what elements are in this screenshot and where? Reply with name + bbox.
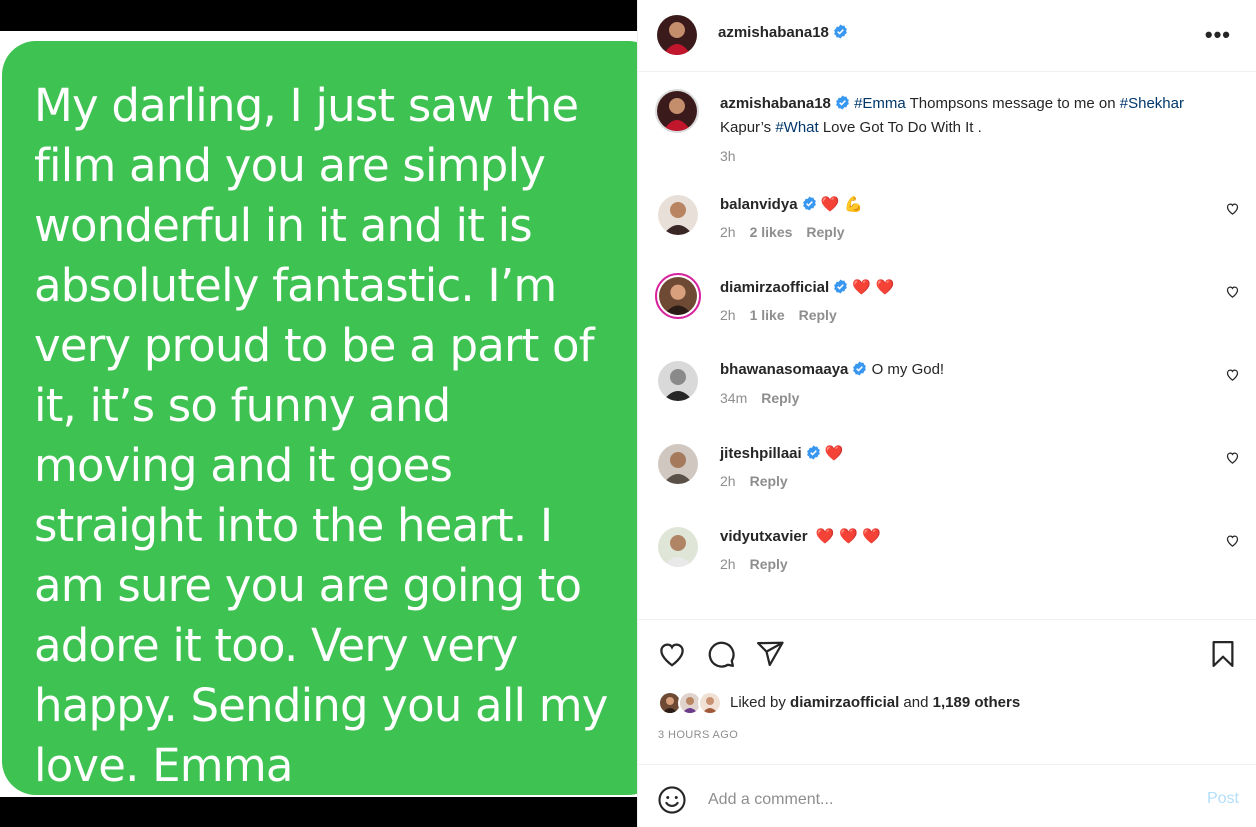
post-button[interactable]: Post: [1207, 790, 1239, 808]
post-footer: Liked by diamirzaofficial and 1,189 othe…: [638, 619, 1256, 827]
post-details-panel: azmishabana18 ••• azmishabana18 #Emma Th…: [637, 0, 1256, 827]
comment-time[interactable]: 2h: [720, 307, 736, 323]
heart-icon[interactable]: [1225, 201, 1240, 216]
caption-text: Kapur’s: [720, 119, 776, 136]
heart-icon[interactable]: [1225, 450, 1240, 465]
add-comment-bar: Post: [638, 764, 1256, 827]
post-timestamp[interactable]: 3 HOURS AGO: [658, 729, 738, 741]
comment-text: ❤️: [824, 444, 844, 462]
post-caption: azmishabana18 #Emma Thompsons message to…: [720, 92, 1200, 168]
share-icon[interactable]: [755, 639, 785, 669]
post-header: azmishabana18 •••: [638, 0, 1256, 72]
caption-time[interactable]: 3h: [720, 144, 1200, 168]
bookmark-icon[interactable]: [1208, 639, 1238, 669]
post-media[interactable]: My darling, I just saw the film and you …: [0, 0, 637, 827]
heart-icon[interactable]: [1225, 284, 1240, 299]
message-bubble: My darling, I just saw the film and you …: [2, 41, 637, 795]
reply-button[interactable]: Reply: [806, 224, 844, 240]
comment-item: jiteshpillaai ❤️ 2h Reply: [638, 442, 1256, 525]
more-options-icon[interactable]: •••: [1205, 22, 1231, 48]
comment-time[interactable]: 2h: [720, 556, 736, 572]
reply-button[interactable]: Reply: [799, 307, 837, 323]
commenter-username[interactable]: jiteshpillaai: [720, 445, 802, 462]
emoji-icon[interactable]: [657, 785, 687, 815]
liker-avatar: [698, 691, 722, 715]
comment-item: bhawanasomaaya O my God! 34m Reply: [638, 359, 1256, 442]
verified-icon: [834, 24, 847, 39]
reply-button[interactable]: Reply: [750, 556, 788, 572]
comment-text: ❤️ ❤️ ❤️: [815, 527, 882, 545]
comment-text: ❤️ 💪: [820, 195, 863, 213]
commenter-username[interactable]: balanvidya: [720, 196, 798, 213]
verified-icon: [836, 95, 849, 110]
commenter-username[interactable]: vidyutxavier: [720, 528, 808, 545]
commenter-username[interactable]: bhawanasomaaya: [720, 361, 848, 378]
caption-text: Love Got To Do With It .: [818, 119, 982, 136]
liker-avatars[interactable]: [658, 691, 724, 715]
hashtag-link[interactable]: #What: [775, 119, 818, 136]
comment-item: balanvidya ❤️ 💪 2h 2 likes Reply: [638, 193, 1256, 276]
heart-icon[interactable]: [1225, 367, 1240, 382]
comment-item: vidyutxavier ❤️ ❤️ ❤️ 2h Reply: [638, 525, 1256, 608]
comment-icon[interactable]: [706, 639, 736, 669]
message-text: My darling, I just saw the film and you …: [34, 79, 608, 792]
caption-username[interactable]: azmishabana18: [720, 95, 831, 112]
comment-time[interactable]: 2h: [720, 473, 736, 489]
reply-button[interactable]: Reply: [750, 473, 788, 489]
liked-by-user[interactable]: diamirzaofficial: [790, 694, 899, 711]
verified-icon: [834, 279, 848, 294]
verified-icon: [802, 196, 816, 211]
heart-icon[interactable]: [657, 639, 687, 669]
comment-item: diamirzaofficial ❤️ ❤️ 2h 1 like Reply: [638, 273, 1256, 359]
hashtag-link[interactable]: #Shekhar: [1120, 95, 1184, 112]
liked-by-prefix: Liked by: [730, 694, 791, 711]
commenter-avatar[interactable]: [658, 361, 698, 401]
heart-icon[interactable]: [1225, 533, 1240, 548]
comment-time[interactable]: 34m: [720, 390, 747, 406]
comment-text: ❤️ ❤️: [852, 278, 895, 296]
author-username[interactable]: azmishabana18: [718, 24, 829, 41]
comment-text: O my God!: [871, 361, 945, 378]
commenter-username[interactable]: diamirzaofficial: [720, 279, 829, 296]
liked-by-others[interactable]: 1,189 others: [933, 694, 1021, 711]
verified-icon: [853, 361, 867, 376]
comment-input[interactable]: [708, 785, 1168, 815]
commenter-avatar-story[interactable]: [655, 273, 701, 319]
reply-button[interactable]: Reply: [761, 390, 799, 406]
comment-likes[interactable]: 1 like: [750, 307, 785, 323]
commenter-avatar[interactable]: [658, 444, 698, 484]
comments-list[interactable]: balanvidya ❤️ 💪 2h 2 likes Reply diamirzaof…: [638, 193, 1256, 613]
hashtag-link[interactable]: #Emma: [854, 95, 906, 112]
commenter-avatar[interactable]: [658, 195, 698, 235]
comment-time[interactable]: 2h: [720, 224, 736, 240]
liked-by-and: and: [899, 694, 933, 711]
verified-icon: [806, 445, 820, 460]
caption-author-avatar[interactable]: [655, 89, 699, 133]
message-screenshot: My darling, I just saw the film and you …: [0, 31, 637, 797]
author-avatar[interactable]: [657, 15, 697, 55]
comment-likes[interactable]: 2 likes: [750, 224, 793, 240]
caption-text: Thompsons message to me on: [905, 95, 1120, 112]
commenter-avatar[interactable]: [658, 527, 698, 567]
